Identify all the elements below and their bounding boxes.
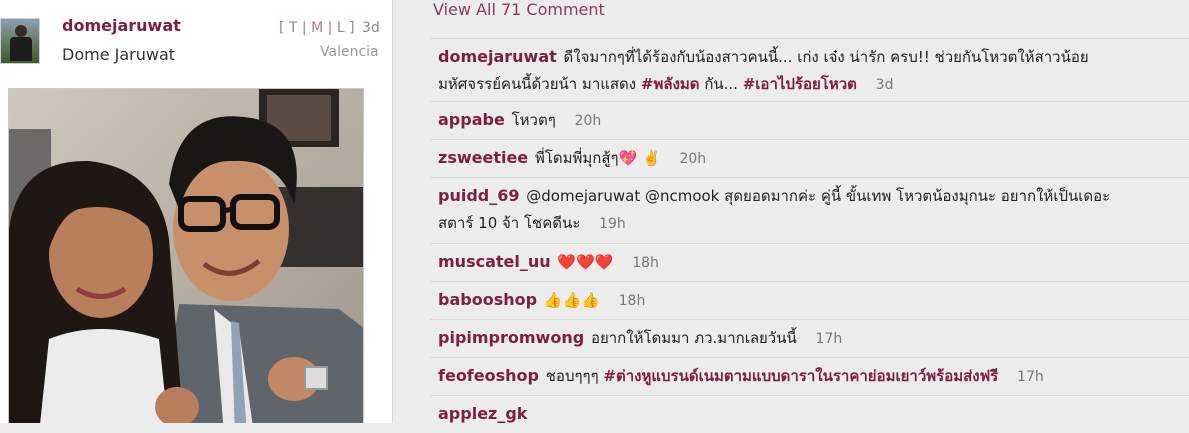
- comment-text: ดีใจมากๆที่ได้ร้องกับน้องสาวคนนี้... เก่…: [563, 48, 1089, 66]
- comment-username[interactable]: domejaruwat: [438, 47, 557, 66]
- view-all-comments-link[interactable]: View All 71 Comment: [433, 0, 605, 19]
- comment-item: babooshop 👍👍👍 18h: [430, 281, 1189, 319]
- comment-time: 18h: [618, 293, 646, 309]
- comment-time: 20h: [679, 151, 707, 167]
- size-m-link[interactable]: M: [311, 20, 323, 36]
- comment-text: โหวตๆ: [511, 111, 556, 129]
- hashtag-link[interactable]: #ต่างหูแบรนด์เนมตามแบบดาราในราคาย่อมเยาว…: [603, 367, 998, 385]
- comment-username[interactable]: muscatel_uu: [438, 252, 551, 271]
- comments-list: domejaruwat ดีใจมากๆที่ได้ร้องกับน้องสาว…: [430, 38, 1189, 433]
- comment-username[interactable]: applez_gk: [438, 404, 527, 423]
- comment-text: 👍👍👍: [543, 291, 600, 309]
- avatar[interactable]: [0, 18, 40, 64]
- comment-username[interactable]: puidd_69: [438, 186, 520, 205]
- comment-username[interactable]: feofeoshop: [438, 366, 539, 385]
- comment-item: zsweetiee พี่โดมพี่มุกสู้ๆ💖 ✌️ 20h: [430, 139, 1189, 177]
- comment-item: domejaruwat ดีใจมากๆที่ได้ร้องกับน้องสาว…: [430, 38, 1189, 101]
- comment-time: 17h: [1017, 369, 1044, 385]
- comment-username[interactable]: babooshop: [438, 290, 537, 309]
- comment-text: ❤️❤️❤️: [557, 253, 614, 271]
- comment-item: feofeoshop ชอบๆๆๆ #ต่างหูแบรนด์เนมตามแบบ…: [430, 357, 1189, 395]
- comment-time: 18h: [632, 255, 659, 271]
- comment-time: 3d: [875, 77, 894, 93]
- post-location[interactable]: Valencia: [320, 44, 379, 60]
- comment-item: applez_gk: [430, 395, 1189, 433]
- comment-username[interactable]: pipimpromwong: [438, 328, 584, 347]
- comment-username[interactable]: appabe: [438, 110, 505, 129]
- post-photo[interactable]: [8, 88, 364, 423]
- hashtag-link[interactable]: #พลังมด: [641, 75, 700, 93]
- comment-time: 17h: [815, 331, 843, 347]
- photo-illustration: [9, 89, 363, 423]
- comment-item: appabe โหวตๆ 20h: [430, 101, 1189, 139]
- comment-item: muscatel_uu ❤️❤️❤️ 18h: [430, 243, 1189, 281]
- post-username[interactable]: domejaruwat: [62, 16, 181, 35]
- comment-text: @domejaruwat @ncmook สุดยอดมากค่ะ คู่นี้…: [526, 187, 1111, 205]
- comment-time: 19h: [599, 216, 626, 232]
- post-full-name: Dome Jaruwat: [62, 45, 176, 64]
- image-size-links: [ T | M | L ]: [279, 20, 355, 36]
- hashtag-link[interactable]: #เอาไปร้อยโหวต: [743, 75, 857, 93]
- size-l-link[interactable]: L: [337, 20, 345, 36]
- size-t-link[interactable]: T: [289, 20, 298, 36]
- post-panel: domejaruwat Dome Jaruwat [ T | M | L ] 3…: [0, 0, 393, 423]
- comment-text: ชอบๆๆๆ: [545, 367, 599, 385]
- comment-text-mid: กัน...: [704, 75, 738, 93]
- post-time: 3d: [362, 20, 380, 36]
- comment-text: พี่โดมพี่มุกสู้ๆ💖 ✌️: [534, 149, 661, 167]
- comment-item: puidd_69 @domejaruwat @ncmook สุดยอดมากค…: [430, 177, 1189, 243]
- comment-username[interactable]: zsweetiee: [438, 148, 528, 167]
- comment-item: pipimpromwong อยากให้โดมมา ภว.มากเลยวันน…: [430, 319, 1189, 357]
- comment-text: อยากให้โดมมา ภว.มากเลยวันนี้: [590, 329, 797, 347]
- comment-text-continued: สตาร์ 10 จ้า โชคดีนะ: [438, 214, 581, 232]
- comment-text-continued: มหัศจรรย์คนนี้ด้วยน้า มาแสดง: [438, 75, 637, 93]
- comment-time: 20h: [574, 113, 602, 129]
